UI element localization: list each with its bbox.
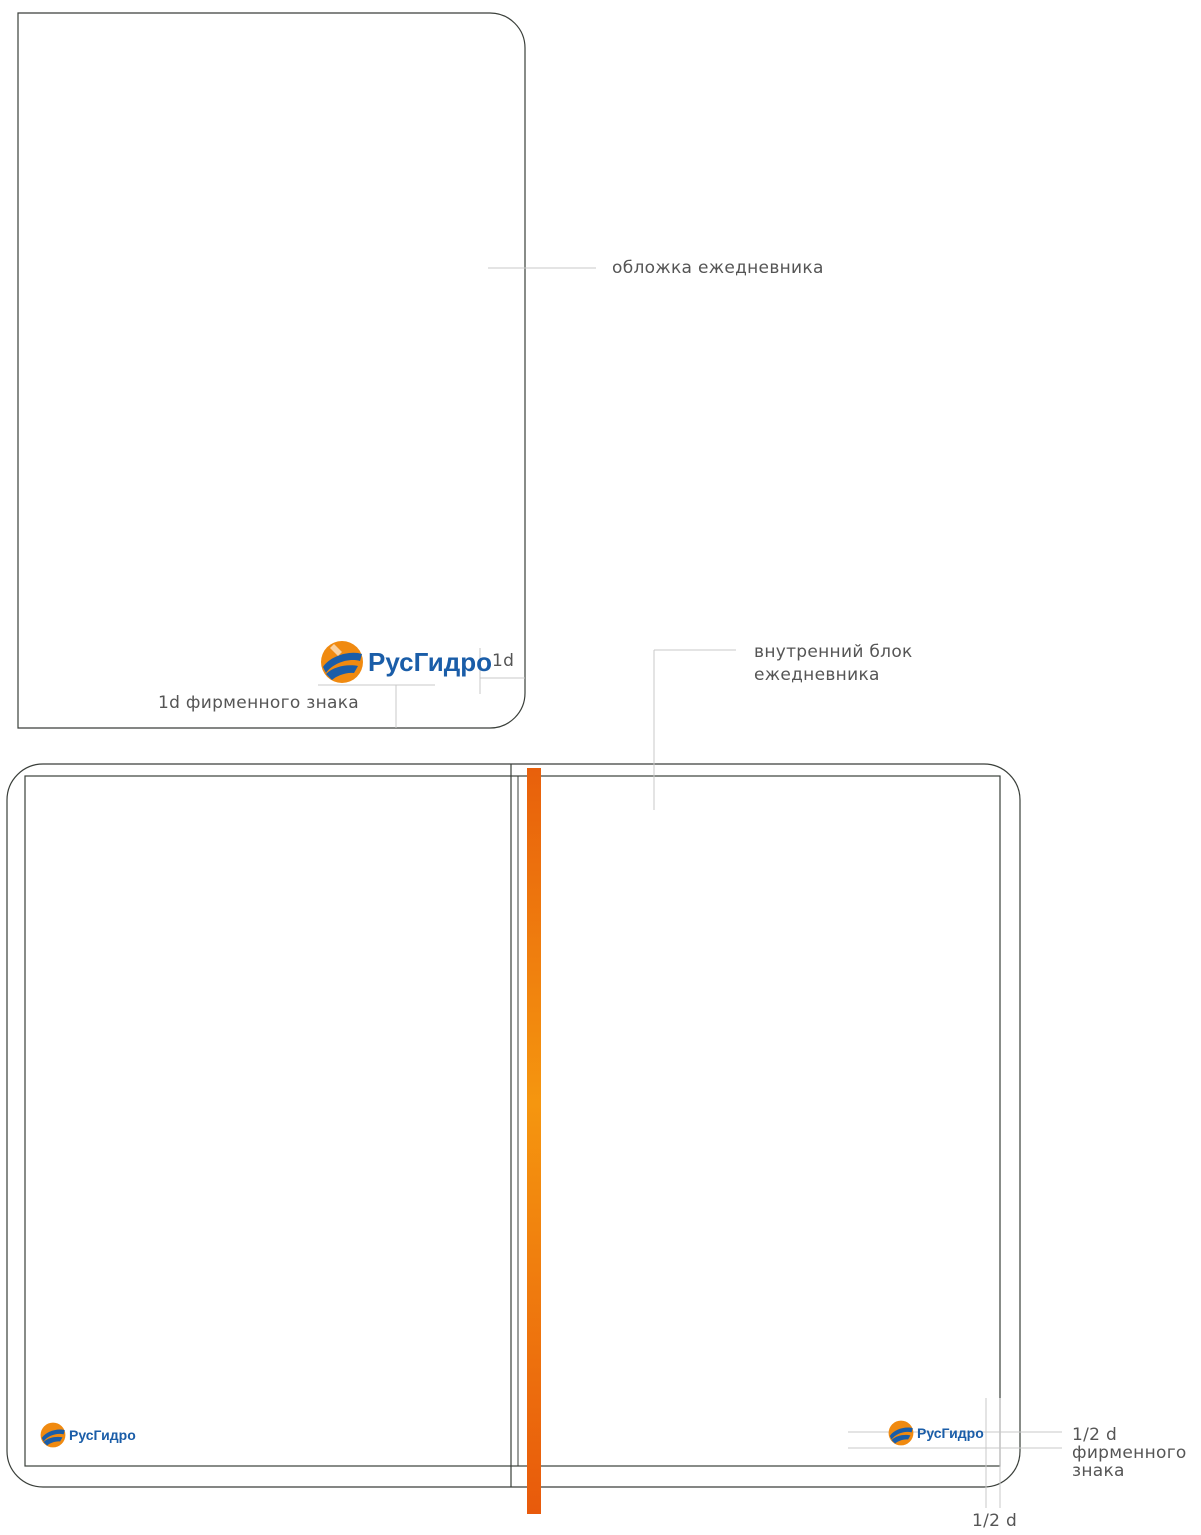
inner-block-outline <box>24 775 1001 1467</box>
cover-logo-text: РусГидро <box>368 646 492 677</box>
half-d-label-line3: знака <box>1072 1461 1125 1481</box>
cover-logo: РусГидро <box>320 640 492 684</box>
spacing-1d-label: 1d <box>492 651 515 671</box>
ribbon-bookmark <box>527 768 541 1514</box>
inner-block-label-line2: ежедневника <box>754 665 880 685</box>
right-page-logo: РусГидро <box>888 1420 984 1446</box>
inner-block-label-line1: внутренний блок <box>754 642 913 662</box>
half-d-bottom-label: 1/2 d <box>972 1511 1018 1531</box>
spread-outer-outline <box>6 763 1021 1488</box>
rushydro-emblem-icon <box>40 1422 66 1448</box>
left-page-logo-text: РусГидро <box>69 1427 136 1443</box>
cover-outline <box>17 12 526 729</box>
right-page-logo-text: РусГидро <box>917 1425 984 1441</box>
rushydro-emblem-icon <box>888 1420 914 1446</box>
cover-label: обложка ежедневника <box>612 258 824 278</box>
left-page-logo: РусГидро <box>40 1422 136 1448</box>
spacing-1d-logo-label: 1d фирменного знака <box>158 693 359 713</box>
rushydro-emblem-icon <box>321 641 363 683</box>
notebook-layout-diagram <box>6 12 1062 1514</box>
